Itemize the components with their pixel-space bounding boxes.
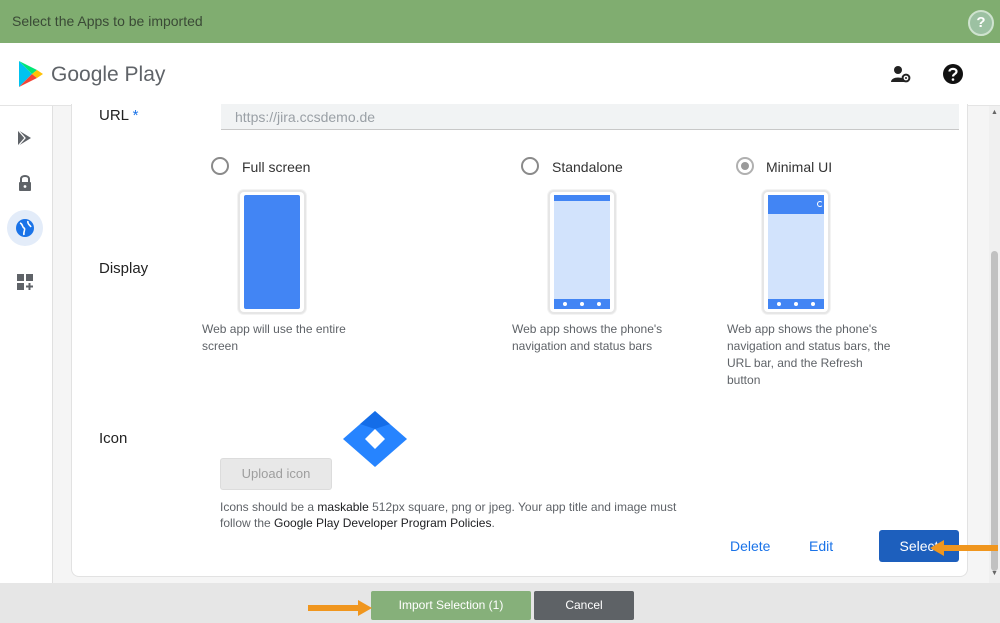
minimal-ui-preview [762,190,830,314]
scrollbar-thumb[interactable] [991,251,998,571]
import-selection-button[interactable]: Import Selection (1) [371,591,531,620]
cancel-button[interactable]: Cancel [534,591,634,620]
organize-apps-icon[interactable] [7,264,43,300]
required-mark: * [132,107,139,124]
dialog-titlebar: Select the Apps to be imported ? [0,0,1000,43]
content-scrollbar[interactable]: ▲ ▼ [989,106,1000,583]
full-screen-preview [238,190,306,314]
url-label: URL * [99,107,138,124]
full-screen-label: Full screen [242,159,311,175]
standalone-description: Web app shows the phone's navigation and… [512,322,663,353]
maskable-link[interactable]: maskable [317,500,368,514]
delete-button[interactable]: Delete [730,538,770,554]
private-apps-lock-icon[interactable] [7,165,43,201]
developer-policies-link[interactable]: Google Play Developer Program Policies [274,516,491,530]
standalone-radio[interactable] [521,157,539,175]
minimal-ui-radio[interactable] [736,157,754,175]
display-label: Display [99,260,149,277]
help-circle-icon[interactable] [942,63,964,85]
google-play-header: Google Play [0,43,1000,106]
note-text-a: Icons should be a [220,500,318,514]
url-input[interactable] [221,104,959,130]
account-settings-icon[interactable] [890,63,912,85]
import-pointer-arrow-icon [308,600,372,616]
help-icon[interactable]: ? [968,10,994,36]
dialog-title: Select the Apps to be imported [12,13,203,29]
full-screen-radio[interactable] [211,157,229,175]
jira-app-icon [343,411,407,467]
google-play-brand: Google Play [51,63,166,86]
main-content: URL * Display Full screen Web app will u… [53,104,989,583]
google-play-logo-icon [19,61,43,87]
dialog-footer: Import Selection (1) Cancel [0,583,1000,623]
scroll-up-icon[interactable]: ▲ [991,109,998,116]
web-app-form-card: URL * Display Full screen Web app will u… [71,104,968,577]
select-pointer-arrow-icon [930,540,998,556]
note-text-c: . [491,516,495,530]
sidebar [0,106,53,583]
play-apps-icon[interactable] [7,120,43,156]
standalone-preview [548,190,616,314]
icon-label: Icon [99,430,128,447]
scroll-down-icon[interactable]: ▼ [991,570,998,577]
full-screen-description: Web app will use the entire screen [202,322,346,353]
standalone-label: Standalone [552,159,623,175]
edit-button[interactable]: Edit [809,538,833,554]
minimal-ui-label: Minimal UI [766,159,833,175]
icon-requirements-note: Icons should be a maskable 512px square,… [220,499,690,531]
web-apps-globe-icon[interactable] [7,210,43,246]
minimal-ui-description: Web app shows the phone's navigation and… [727,322,891,387]
upload-icon-button[interactable]: Upload icon [220,458,332,490]
url-label-text: URL [99,107,129,124]
